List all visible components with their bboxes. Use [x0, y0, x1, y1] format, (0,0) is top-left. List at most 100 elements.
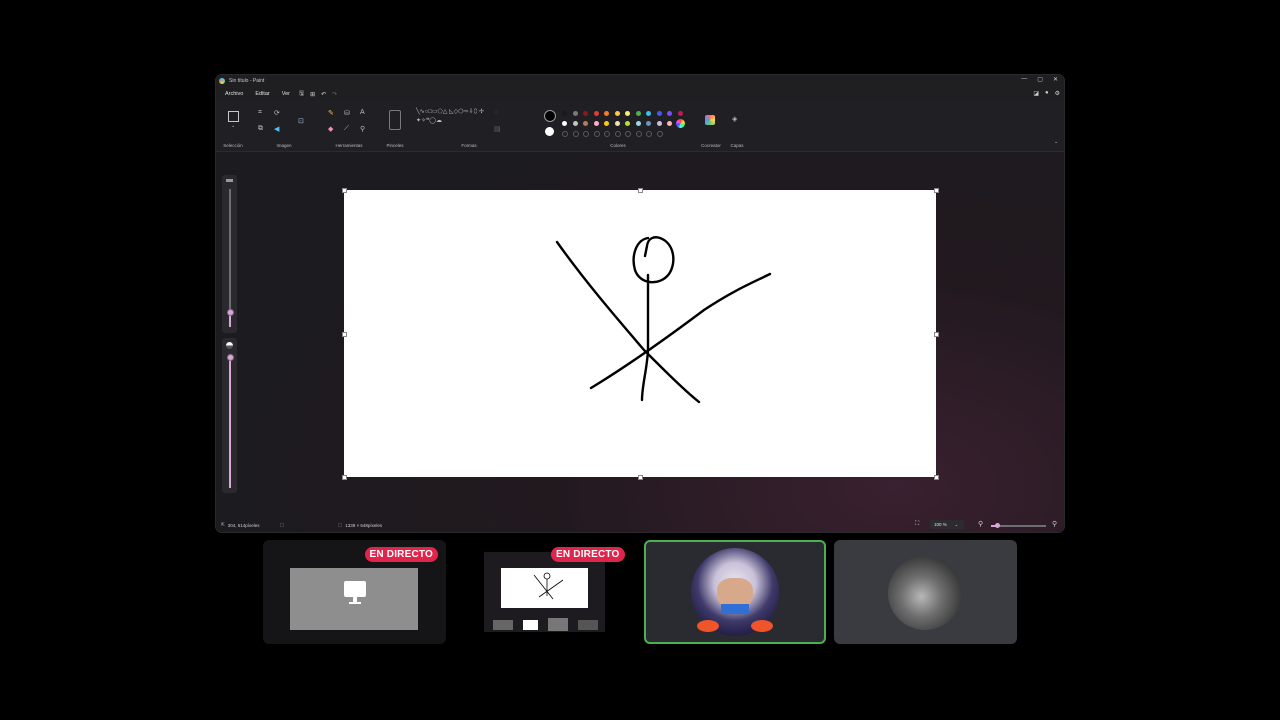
account-icon[interactable]: ●: [1045, 90, 1049, 97]
stream-tile-avatar-penguin[interactable]: [644, 540, 826, 644]
zoom-dropdown[interactable]: 100 % ⌄: [930, 520, 964, 529]
custom-color-slot[interactable]: [572, 131, 579, 137]
color-swatch[interactable]: [625, 111, 630, 116]
color-swatch[interactable]: [635, 121, 641, 126]
color-swatch[interactable]: [583, 111, 588, 116]
collapse-ribbon-icon[interactable]: ⌄: [1054, 139, 1058, 145]
zoom-out-icon[interactable]: ⚲: [978, 520, 983, 528]
brush-icon[interactable]: [389, 110, 401, 130]
color-swatch[interactable]: [667, 121, 672, 126]
settings-icon[interactable]: ⚙: [1055, 90, 1060, 97]
color-swatch[interactable]: [562, 121, 567, 126]
shapes-group: ╲∿○□▭⬠△ ◺◇⬡⇨⇩⬯ ✢✦✧❝◯☁ ◌ ▤ Formas: [414, 105, 534, 149]
brush-size-slider[interactable]: [222, 175, 237, 333]
color-swatch[interactable]: [646, 111, 651, 116]
rotate-icon[interactable]: ⟳: [274, 109, 280, 117]
maximize-button[interactable]: ▢: [1037, 76, 1043, 83]
chevron-down-icon[interactable]: ⌄: [231, 123, 235, 129]
selection-label: Selección: [223, 143, 243, 148]
color-swatch[interactable]: [604, 121, 609, 126]
minimize-button[interactable]: —: [1021, 76, 1027, 83]
color-swatch[interactable]: [667, 111, 672, 116]
color-swatch[interactable]: [646, 121, 651, 126]
custom-color-slot[interactable]: [635, 131, 642, 137]
color-swatch[interactable]: [583, 121, 588, 126]
shapes-gallery[interactable]: ╲∿○□▭⬠△ ◺◇⬡⇨⇩⬯ ✢✦✧❝◯☁: [416, 108, 488, 126]
resize-icon[interactable]: ⧉: [258, 125, 263, 133]
color-swatch[interactable]: [625, 121, 630, 126]
cocreator-icon[interactable]: [705, 115, 715, 125]
undo-icon[interactable]: ↶: [321, 91, 326, 98]
canvas-handle[interactable]: [342, 332, 347, 337]
fit-to-window-icon[interactable]: ⛶: [915, 521, 919, 528]
custom-color-slot[interactable]: [614, 131, 621, 137]
image-group: ⌗ ⟳ ⧉ ◀ ⊡ Imagen: [254, 105, 314, 149]
color-swatch[interactable]: [635, 111, 641, 116]
zoom-slider[interactable]: [991, 523, 1046, 528]
stream-tile-paint[interactable]: EN DIRECTO: [453, 540, 636, 644]
shape-fill-icon[interactable]: ▤: [494, 125, 501, 133]
custom-color-slot[interactable]: [656, 131, 663, 137]
zoom-slider-thumb[interactable]: [995, 523, 1000, 528]
canvas-handle[interactable]: [638, 475, 643, 480]
new-icon[interactable]: ⊞: [310, 91, 315, 98]
color-swatch[interactable]: [614, 121, 620, 126]
layers-icon[interactable]: ◈: [732, 115, 737, 123]
opacity-slider[interactable]: [222, 338, 237, 493]
stream-tile-avatar-robot[interactable]: [834, 540, 1017, 644]
selection-icon[interactable]: [228, 111, 239, 122]
menu-archivo[interactable]: Archivo: [222, 90, 246, 98]
text-icon[interactable]: A: [360, 109, 365, 116]
status-bar: ⇱ 304, 514píxeles ⬚ ⬚ 1339 × 648píxeles …: [216, 518, 1064, 532]
edit-colors-icon[interactable]: [676, 119, 685, 128]
magnifier-icon[interactable]: ⚲: [360, 125, 365, 133]
color-swatch[interactable]: [614, 111, 620, 116]
shape-outline-icon[interactable]: ◌: [494, 109, 498, 116]
color-swatch[interactable]: [572, 111, 578, 116]
menu-editar[interactable]: Editar: [252, 90, 272, 98]
crop-icon[interactable]: ⌗: [258, 109, 262, 117]
canvas-handle[interactable]: [934, 332, 939, 337]
penguin-avatar: [691, 548, 779, 636]
color-swatch[interactable]: [677, 111, 683, 116]
primary-color[interactable]: [544, 110, 556, 122]
canvas-handle[interactable]: [934, 475, 939, 480]
color-swatch[interactable]: [656, 121, 662, 126]
custom-color-slot[interactable]: [562, 131, 568, 137]
flip-icon[interactable]: ◀: [274, 125, 279, 133]
brush-size-thumb[interactable]: [227, 309, 234, 316]
share-icon[interactable]: ◪: [1033, 90, 1039, 97]
custom-color-slot[interactable]: [583, 131, 589, 137]
drawing-canvas[interactable]: [342, 188, 939, 480]
color-picker-icon[interactable]: ⟋: [344, 125, 349, 133]
eraser-icon[interactable]: ◆: [328, 125, 333, 133]
color-swatch[interactable]: [593, 121, 599, 126]
custom-color-slot[interactable]: [625, 131, 631, 137]
custom-color-slot[interactable]: [646, 131, 652, 137]
opacity-thumb[interactable]: [227, 354, 234, 361]
color-swatch[interactable]: [593, 111, 599, 116]
canvas-handle[interactable]: [342, 475, 347, 480]
custom-color-slot[interactable]: [593, 131, 600, 137]
zoom-in-icon[interactable]: ⚲: [1052, 520, 1057, 528]
canvas-handle[interactable]: [934, 188, 939, 193]
custom-color-slot[interactable]: [604, 131, 610, 137]
color-swatch[interactable]: [604, 111, 609, 116]
color-swatch[interactable]: [562, 111, 567, 116]
menu-ver[interactable]: Ver: [279, 90, 293, 98]
redo-icon[interactable]: ↷: [332, 91, 337, 98]
menu-bar: Archivo Editar Ver 🖫 ⊞ ↶ ↷ ◪ ● ⚙: [216, 87, 1064, 101]
opacity-icon: [226, 342, 233, 349]
canvas-handle[interactable]: [638, 188, 643, 193]
secondary-color[interactable]: [545, 127, 554, 136]
pencil-icon[interactable]: ✎: [328, 109, 334, 117]
image-background-icon[interactable]: ⊡: [298, 117, 304, 125]
color-swatch[interactable]: [656, 111, 662, 116]
body-stroke: [640, 273, 650, 402]
stream-tile-screen-share[interactable]: EN DIRECTO: [263, 540, 446, 644]
color-swatch[interactable]: [572, 121, 578, 126]
canvas-handle[interactable]: [342, 188, 347, 193]
close-button[interactable]: ✕: [1053, 76, 1058, 83]
fill-icon[interactable]: ⛁: [344, 109, 350, 117]
save-icon[interactable]: 🖫: [299, 89, 304, 99]
